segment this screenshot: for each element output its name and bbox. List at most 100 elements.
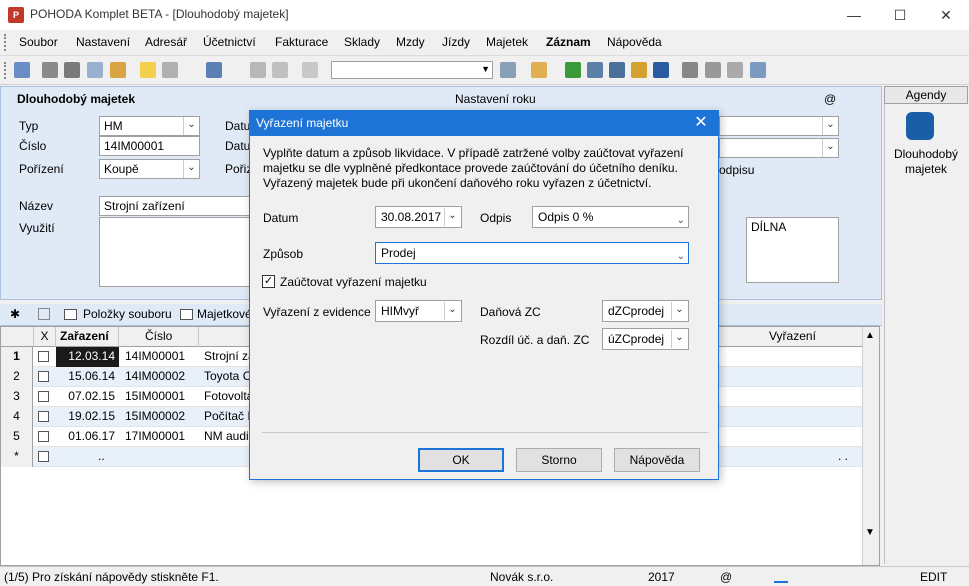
chevron-down-icon[interactable]: ⌄: [822, 139, 838, 157]
status-year: 2017: [648, 570, 675, 584]
rozdil-zc-field[interactable]: úZCprodej ⌄: [602, 328, 689, 350]
odpis-dropdown[interactable]: Odpis 0 % ⌄: [532, 206, 689, 228]
storno-button[interactable]: Storno: [516, 448, 602, 472]
datum-label-2: Datu: [225, 139, 251, 153]
export-icon[interactable]: [110, 62, 126, 78]
chevron-down-icon[interactable]: ⌄: [444, 302, 460, 320]
col-header-zarazeni[interactable]: Zařazení: [56, 327, 119, 347]
vyrazeni-field[interactable]: HIMvyř ⌄: [375, 300, 462, 322]
menu-adresar[interactable]: Adresář: [145, 35, 187, 49]
porizeni-field[interactable]: Koupě ⌄: [99, 159, 200, 179]
new-record-icon[interactable]: [140, 62, 156, 78]
menu-ucetnictvi[interactable]: Účetnictví: [203, 35, 256, 49]
row-checkbox[interactable]: [38, 411, 49, 422]
nazev-field[interactable]: Strojní zařízení: [99, 196, 252, 216]
close-button[interactable]: ✕: [923, 0, 969, 30]
clipboard-icon[interactable]: [302, 62, 318, 78]
zauctovat-checkbox[interactable]: ✓: [262, 275, 275, 288]
grid-scrollbar[interactable]: ▲ ▼: [862, 327, 879, 565]
menu-zaznam[interactable]: Záznam: [546, 35, 591, 49]
toolbar-grip: [4, 62, 7, 79]
list-icon[interactable]: [705, 62, 721, 78]
card-icon[interactable]: [682, 62, 698, 78]
scroll-down-icon[interactable]: ▼: [865, 527, 875, 538]
row-date: 01.06.17: [68, 429, 115, 443]
dialog-close-icon[interactable]: ✕: [692, 114, 710, 132]
form-icon[interactable]: [727, 62, 743, 78]
row-checkbox[interactable]: [38, 391, 49, 402]
row-checkbox[interactable]: [38, 451, 49, 462]
row-checkbox[interactable]: [38, 431, 49, 442]
calendar-icon[interactable]: [609, 62, 625, 78]
menu-fakturace[interactable]: Fakturace: [275, 35, 328, 49]
chevron-down-icon[interactable]: ⌄: [671, 330, 687, 348]
coins-icon[interactable]: [631, 62, 647, 78]
toolbar-search-combo[interactable]: ▼: [331, 61, 493, 79]
ok-button[interactable]: OK: [418, 448, 504, 472]
napoveda-button[interactable]: Nápověda: [614, 448, 700, 472]
col-header-cislo[interactable]: Číslo: [119, 327, 199, 347]
iban-icon[interactable]: [653, 62, 669, 78]
star-tab[interactable]: ✱: [10, 307, 20, 321]
dialog-description: Vyplňte datum a způsob likvidace. V příp…: [263, 146, 684, 190]
agenda-header: Agendy: [884, 86, 968, 104]
copy-icon[interactable]: [42, 62, 58, 78]
row-cislo: 14IM00002: [125, 369, 186, 383]
rozdil-zc-value: úZCprodej: [608, 332, 665, 346]
floppy2-icon[interactable]: [272, 62, 288, 78]
new-row-dots: ..: [98, 449, 105, 463]
money-icon[interactable]: [565, 62, 581, 78]
chevron-down-icon[interactable]: ⌄: [671, 302, 687, 320]
filter-icon[interactable]: [500, 62, 516, 78]
dlouhodoby-majetek-icon[interactable]: [906, 112, 934, 140]
right-dropdown-1[interactable]: ⌄: [719, 116, 839, 136]
typ-field[interactable]: HM ⌄: [99, 116, 200, 136]
chevron-down-icon[interactable]: ⌄: [444, 208, 460, 226]
menu-sklady[interactable]: Sklady: [344, 35, 380, 49]
scroll-up-icon[interactable]: ▲: [865, 330, 875, 341]
print-icon[interactable]: [64, 62, 80, 78]
row-checkbox[interactable]: [38, 351, 49, 362]
chevron-down-icon[interactable]: ⌄: [822, 117, 838, 135]
check-icon: [774, 571, 788, 583]
row-checkbox[interactable]: [38, 371, 49, 382]
menu-majetek[interactable]: Majetek: [486, 35, 528, 49]
help-icon[interactable]: [750, 62, 766, 78]
filter-icon[interactable]: [38, 308, 50, 320]
agenda-item-label[interactable]: Dlouhodobý majetek: [886, 147, 966, 177]
menu-mzdy[interactable]: Mzdy: [396, 35, 425, 49]
list-icon: [64, 309, 77, 320]
menu-napoveda[interactable]: Nápověda: [607, 35, 662, 49]
right-dropdown-2[interactable]: ⌄: [719, 138, 839, 158]
exit-icon[interactable]: [14, 62, 30, 78]
preview-icon[interactable]: [87, 62, 103, 78]
dialog-title: Vyřazení majetku: [250, 111, 718, 136]
row-number: 4: [1, 407, 33, 427]
save-disabled-icon[interactable]: [162, 62, 178, 78]
chevron-down-icon[interactable]: ⌄: [183, 117, 199, 135]
col-header-vyrazeni[interactable]: Vyřazení: [769, 329, 816, 343]
menu-soubor[interactable]: Soubor: [19, 35, 58, 49]
arrow-left-icon[interactable]: [206, 62, 222, 78]
floppy-icon[interactable]: [250, 62, 266, 78]
danova-zc-field[interactable]: dZCprodej ⌄: [602, 300, 689, 322]
row-cislo: 14IM00001: [125, 349, 186, 363]
chevron-down-icon[interactable]: ⌄: [183, 160, 199, 178]
folder-icon[interactable]: [531, 62, 547, 78]
menu-jizdy[interactable]: Jízdy: [442, 35, 470, 49]
stredisko-field[interactable]: DÍLNA: [746, 217, 839, 283]
row-nazev: Fotovolta: [204, 389, 254, 403]
zauctovat-label[interactable]: Zaúčtovat vyřazení majetku: [280, 275, 427, 289]
menu-nastaveni[interactable]: Nastavení: [76, 35, 130, 49]
zpusob-dropdown[interactable]: Prodej ⌄: [375, 242, 689, 264]
tab-majetkove[interactable]: Majetkové: [197, 307, 252, 321]
datum-field[interactable]: 30.08.2017 ⌄: [375, 206, 462, 228]
vyuziti-field[interactable]: [99, 217, 252, 287]
tab-polozky-souboru[interactable]: Položky souboru: [83, 307, 172, 321]
vyrazeni-value: HIMvyř: [381, 304, 419, 318]
minimize-button[interactable]: —: [831, 0, 877, 30]
col-header-x[interactable]: X: [34, 327, 56, 347]
cislo-field[interactable]: 14IM00001: [99, 136, 200, 156]
maximize-button[interactable]: ☐: [877, 0, 923, 30]
calculator-icon[interactable]: [587, 62, 603, 78]
